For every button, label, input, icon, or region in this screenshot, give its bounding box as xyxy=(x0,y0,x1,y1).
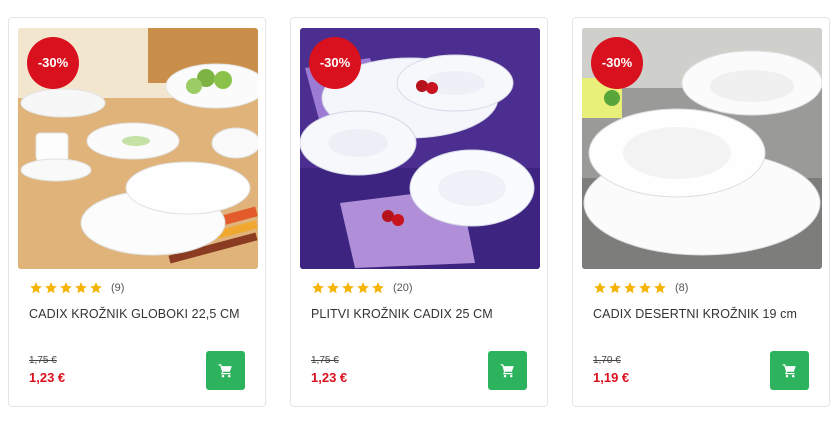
star-icon xyxy=(624,282,636,294)
discount-badge: -30% xyxy=(591,37,643,89)
old-price: 1,75 € xyxy=(311,355,339,366)
star-icon xyxy=(342,282,354,294)
product-card[interactable]: -30% (9) CADIX KROŽNIK GLOBOKI 22,5 CM 1… xyxy=(8,17,266,407)
discount-badge: -30% xyxy=(309,37,361,89)
star-icon xyxy=(312,282,324,294)
product-image[interactable]: -30% xyxy=(300,28,540,269)
star-icon xyxy=(372,282,384,294)
product-image[interactable]: -30% xyxy=(18,28,258,269)
old-price: 1,75 € xyxy=(29,355,57,366)
product-title[interactable]: CADIX DESERTNI KROŽNIK 19 cm xyxy=(593,307,797,321)
product-card[interactable]: -30% (20) PLITVI KROŽNIK CADIX 25 CM 1,7… xyxy=(290,17,548,407)
star-icon xyxy=(654,282,666,294)
product-title[interactable]: CADIX KROŽNIK GLOBOKI 22,5 CM xyxy=(29,307,240,321)
shopping-cart-icon xyxy=(782,364,796,378)
discount-badge: -30% xyxy=(27,37,79,89)
shopping-cart-icon xyxy=(218,364,232,378)
star-icon xyxy=(60,282,72,294)
rating: (8) xyxy=(593,281,688,295)
sale-price: 1,19 € xyxy=(593,370,630,385)
add-to-cart-button[interactable] xyxy=(488,351,527,390)
old-price: 1,70 € xyxy=(593,355,621,366)
add-to-cart-button[interactable] xyxy=(206,351,245,390)
review-count: (9) xyxy=(111,282,125,294)
review-count: (20) xyxy=(393,282,413,294)
star-icon xyxy=(75,282,87,294)
product-title[interactable]: PLITVI KROŽNIK CADIX 25 CM xyxy=(311,307,493,321)
star-icon xyxy=(609,282,621,294)
star-icon xyxy=(327,282,339,294)
product-card[interactable]: -30% (8) CADIX DESERTNI KROŽNIK 19 cm 1,… xyxy=(572,17,830,407)
star-icon xyxy=(639,282,651,294)
star-icon xyxy=(90,282,102,294)
star-rating xyxy=(311,281,385,295)
rating: (20) xyxy=(311,281,413,295)
review-count: (8) xyxy=(675,282,689,294)
star-icon xyxy=(357,282,369,294)
star-icon xyxy=(594,282,606,294)
sale-price: 1,23 € xyxy=(29,370,66,385)
product-image[interactable]: -30% xyxy=(582,28,822,269)
star-icon xyxy=(30,282,42,294)
star-rating xyxy=(593,281,667,295)
star-rating xyxy=(29,281,103,295)
sale-price: 1,23 € xyxy=(311,370,348,385)
shopping-cart-icon xyxy=(500,364,514,378)
rating: (9) xyxy=(29,281,124,295)
star-icon xyxy=(45,282,57,294)
add-to-cart-button[interactable] xyxy=(770,351,809,390)
